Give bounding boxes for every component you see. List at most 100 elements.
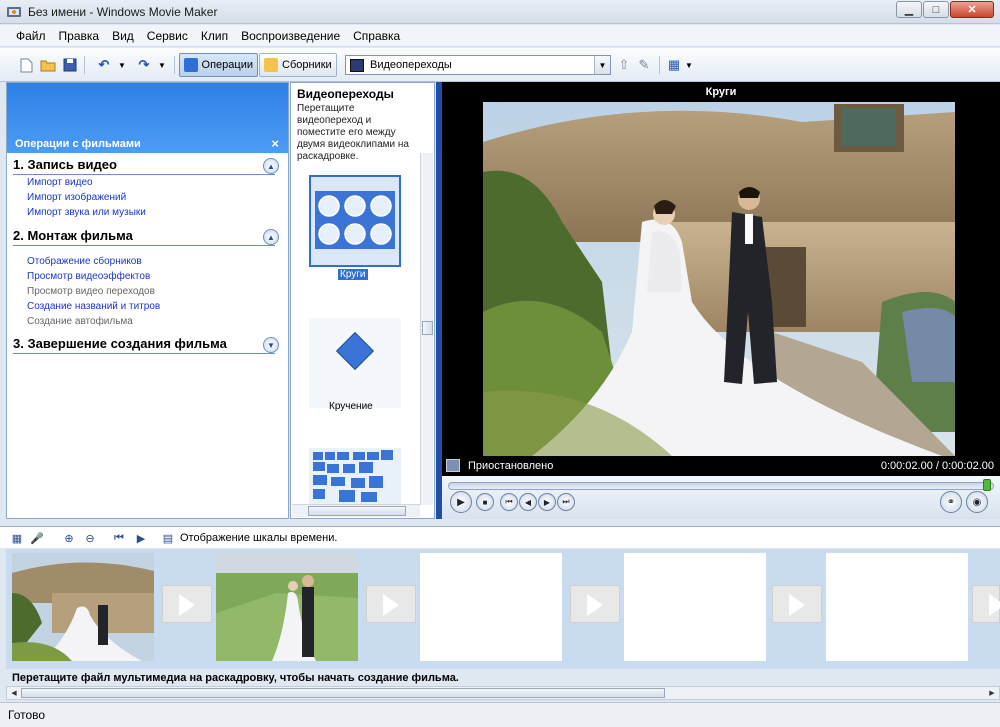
storyboard-empty-clip[interactable] <box>624 553 766 661</box>
arrow-right-icon <box>989 594 1000 616</box>
storyboard-clip[interactable] <box>216 553 358 661</box>
toolbar-separator <box>84 56 85 74</box>
transition-slot[interactable] <box>570 585 620 623</box>
transition-circles[interactable] <box>309 175 401 267</box>
storyboard-empty-clip[interactable] <box>420 553 562 661</box>
link-import-video[interactable]: Импорт видео <box>27 177 93 188</box>
redo-dropdown-icon[interactable]: ▼ <box>154 57 170 73</box>
menu-help[interactable]: Справка <box>353 29 400 43</box>
movie-tasks-pane: Операции с фильмами × 1. Запись видео ▲ … <box>6 82 289 519</box>
save-icon[interactable] <box>62 57 78 73</box>
take-picture-button[interactable]: ◉ <box>966 491 988 513</box>
scroll-right-icon[interactable]: ▶ <box>986 688 998 698</box>
menu-bar: Файл Правка Вид Сервис Клип Воспроизведе… <box>0 25 1000 47</box>
link-view-transitions: Просмотр видео переходов <box>27 286 155 297</box>
zoom-out-icon[interactable]: ⊖ <box>83 531 97 545</box>
close-icon[interactable]: × <box>271 136 279 151</box>
task-pane-title: Операции с фильмами <box>15 138 141 150</box>
playback-state: Приостановлено <box>468 460 554 472</box>
play-button[interactable]: ▶ <box>450 491 472 513</box>
playback-time: 0:00:02.00 / 0:00:02.00 <box>880 460 994 472</box>
transition-slot[interactable] <box>772 585 822 623</box>
seek-bar[interactable] <box>448 479 994 491</box>
timeline-view-icon[interactable]: ▤ <box>161 531 175 545</box>
collapse-icon[interactable]: ▲ <box>263 158 279 174</box>
views-dropdown-icon[interactable]: ▼ <box>681 57 697 73</box>
transition-mosaic[interactable] <box>309 448 401 505</box>
arrow-right-icon <box>789 594 805 616</box>
split-clip-button[interactable]: ⚭ <box>940 491 962 513</box>
transitions-horizontal-scrollbar[interactable] <box>292 504 420 517</box>
transition-slot[interactable] <box>972 585 1000 623</box>
section-heading: 1. Запись видео <box>13 157 117 172</box>
stop-button[interactable]: ■ <box>476 493 494 511</box>
undo-icon[interactable]: ↶ <box>96 57 112 73</box>
narrate-microphone-icon[interactable]: 🎤 <box>30 531 44 545</box>
views-icon[interactable]: ▦ <box>666 57 682 73</box>
operations-button[interactable]: Операции <box>179 53 258 77</box>
timeline-view-label[interactable]: Отображение шкалы времени. <box>180 532 337 544</box>
collection-select-value: Видеопереходы <box>370 59 452 71</box>
storyboard-clip[interactable] <box>12 553 154 661</box>
scrollbar-thumb[interactable] <box>422 321 433 335</box>
clip-thumbnail-wedding-house <box>12 553 154 661</box>
collections-label: Сборники <box>282 59 332 71</box>
storyboard-empty-clip[interactable] <box>826 553 968 661</box>
menu-file[interactable]: Файл <box>16 29 46 43</box>
section-edit-movie[interactable]: 2. Монтаж фильма ▲ <box>13 228 279 246</box>
menu-tools[interactable]: Сервис <box>147 29 188 43</box>
toolbar-separator <box>174 56 175 74</box>
next-frame-button[interactable]: ▶ <box>538 493 556 511</box>
toolbar-separator <box>659 56 660 74</box>
up-level-icon[interactable]: ⇧ <box>616 57 632 73</box>
link-import-audio[interactable]: Импорт звука или музыки <box>27 207 146 218</box>
link-show-collections[interactable]: Отображение сборников <box>27 256 142 267</box>
menu-play[interactable]: Воспроизведение <box>241 29 340 43</box>
video-preview-screen[interactable] <box>442 102 1000 456</box>
link-make-titles[interactable]: Создание названий и титров <box>27 301 160 312</box>
zoom-in-icon[interactable]: ⊕ <box>62 531 76 545</box>
collections-button[interactable]: Сборники <box>259 53 337 77</box>
title-bar: Без имени - Windows Movie Maker ▁ □ ✕ <box>0 0 1000 24</box>
new-collection-icon[interactable]: ✎ <box>636 57 652 73</box>
transition-label: Круги <box>338 269 368 280</box>
storyboard-hint: Перетащите файл мультимедиа на раскадров… <box>12 672 459 684</box>
expand-icon[interactable]: ▼ <box>263 337 279 353</box>
section-finish-movie[interactable]: 3. Завершение создания фильма ▼ <box>13 336 279 354</box>
section-heading: 2. Монтаж фильма <box>13 228 133 243</box>
seek-thumb[interactable] <box>983 479 991 491</box>
minimize-button[interactable]: ▁ <box>896 1 922 18</box>
redo-icon[interactable]: ↷ <box>136 57 152 73</box>
link-view-effects[interactable]: Просмотр видеоэффектов <box>27 271 150 282</box>
menu-clip[interactable]: Клип <box>201 29 228 43</box>
collapse-icon[interactable]: ▲ <box>263 229 279 245</box>
storyboard[interactable] <box>6 549 1000 669</box>
storyboard-icon[interactable]: ▦ <box>10 531 24 545</box>
rewind-storyboard-icon[interactable]: ⏮ <box>112 531 126 545</box>
maximize-button[interactable]: □ <box>923 1 949 18</box>
previous-frame-button[interactable]: ⏮ <box>500 493 518 511</box>
close-button[interactable]: ✕ <box>950 1 994 18</box>
menu-edit[interactable]: Правка <box>59 29 100 43</box>
playback-controls: ▶ ■ ⏮ ◀ ▶ ⏭ ⚭ ◉ <box>442 476 1000 519</box>
collection-select[interactable]: Видеопереходы ▼ <box>345 55 611 75</box>
undo-dropdown-icon[interactable]: ▼ <box>114 57 130 73</box>
menu-view[interactable]: Вид <box>112 29 134 43</box>
forward-button[interactable]: ⏭ <box>557 493 575 511</box>
link-import-images[interactable]: Импорт изображений <box>27 192 126 203</box>
section-capture-video[interactable]: 1. Запись видео ▲ <box>13 157 279 175</box>
operations-label: Операции <box>201 59 253 71</box>
transition-spin[interactable] <box>309 318 401 408</box>
transition-slot[interactable] <box>162 585 212 623</box>
status-text: Готово <box>8 708 46 722</box>
scroll-left-icon[interactable]: ◀ <box>8 688 20 698</box>
scrollbar-thumb[interactable] <box>21 688 665 698</box>
storyboard-horizontal-scrollbar[interactable]: ◀ ▶ <box>6 686 1000 700</box>
scrollbar-thumb[interactable] <box>308 506 406 516</box>
rewind-button[interactable]: ◀ <box>519 493 537 511</box>
open-folder-icon[interactable] <box>40 57 56 73</box>
play-storyboard-icon[interactable]: ▶ <box>134 531 148 545</box>
new-project-icon[interactable] <box>18 57 34 73</box>
transitions-vertical-scrollbar[interactable] <box>420 153 433 505</box>
transition-slot[interactable] <box>366 585 416 623</box>
